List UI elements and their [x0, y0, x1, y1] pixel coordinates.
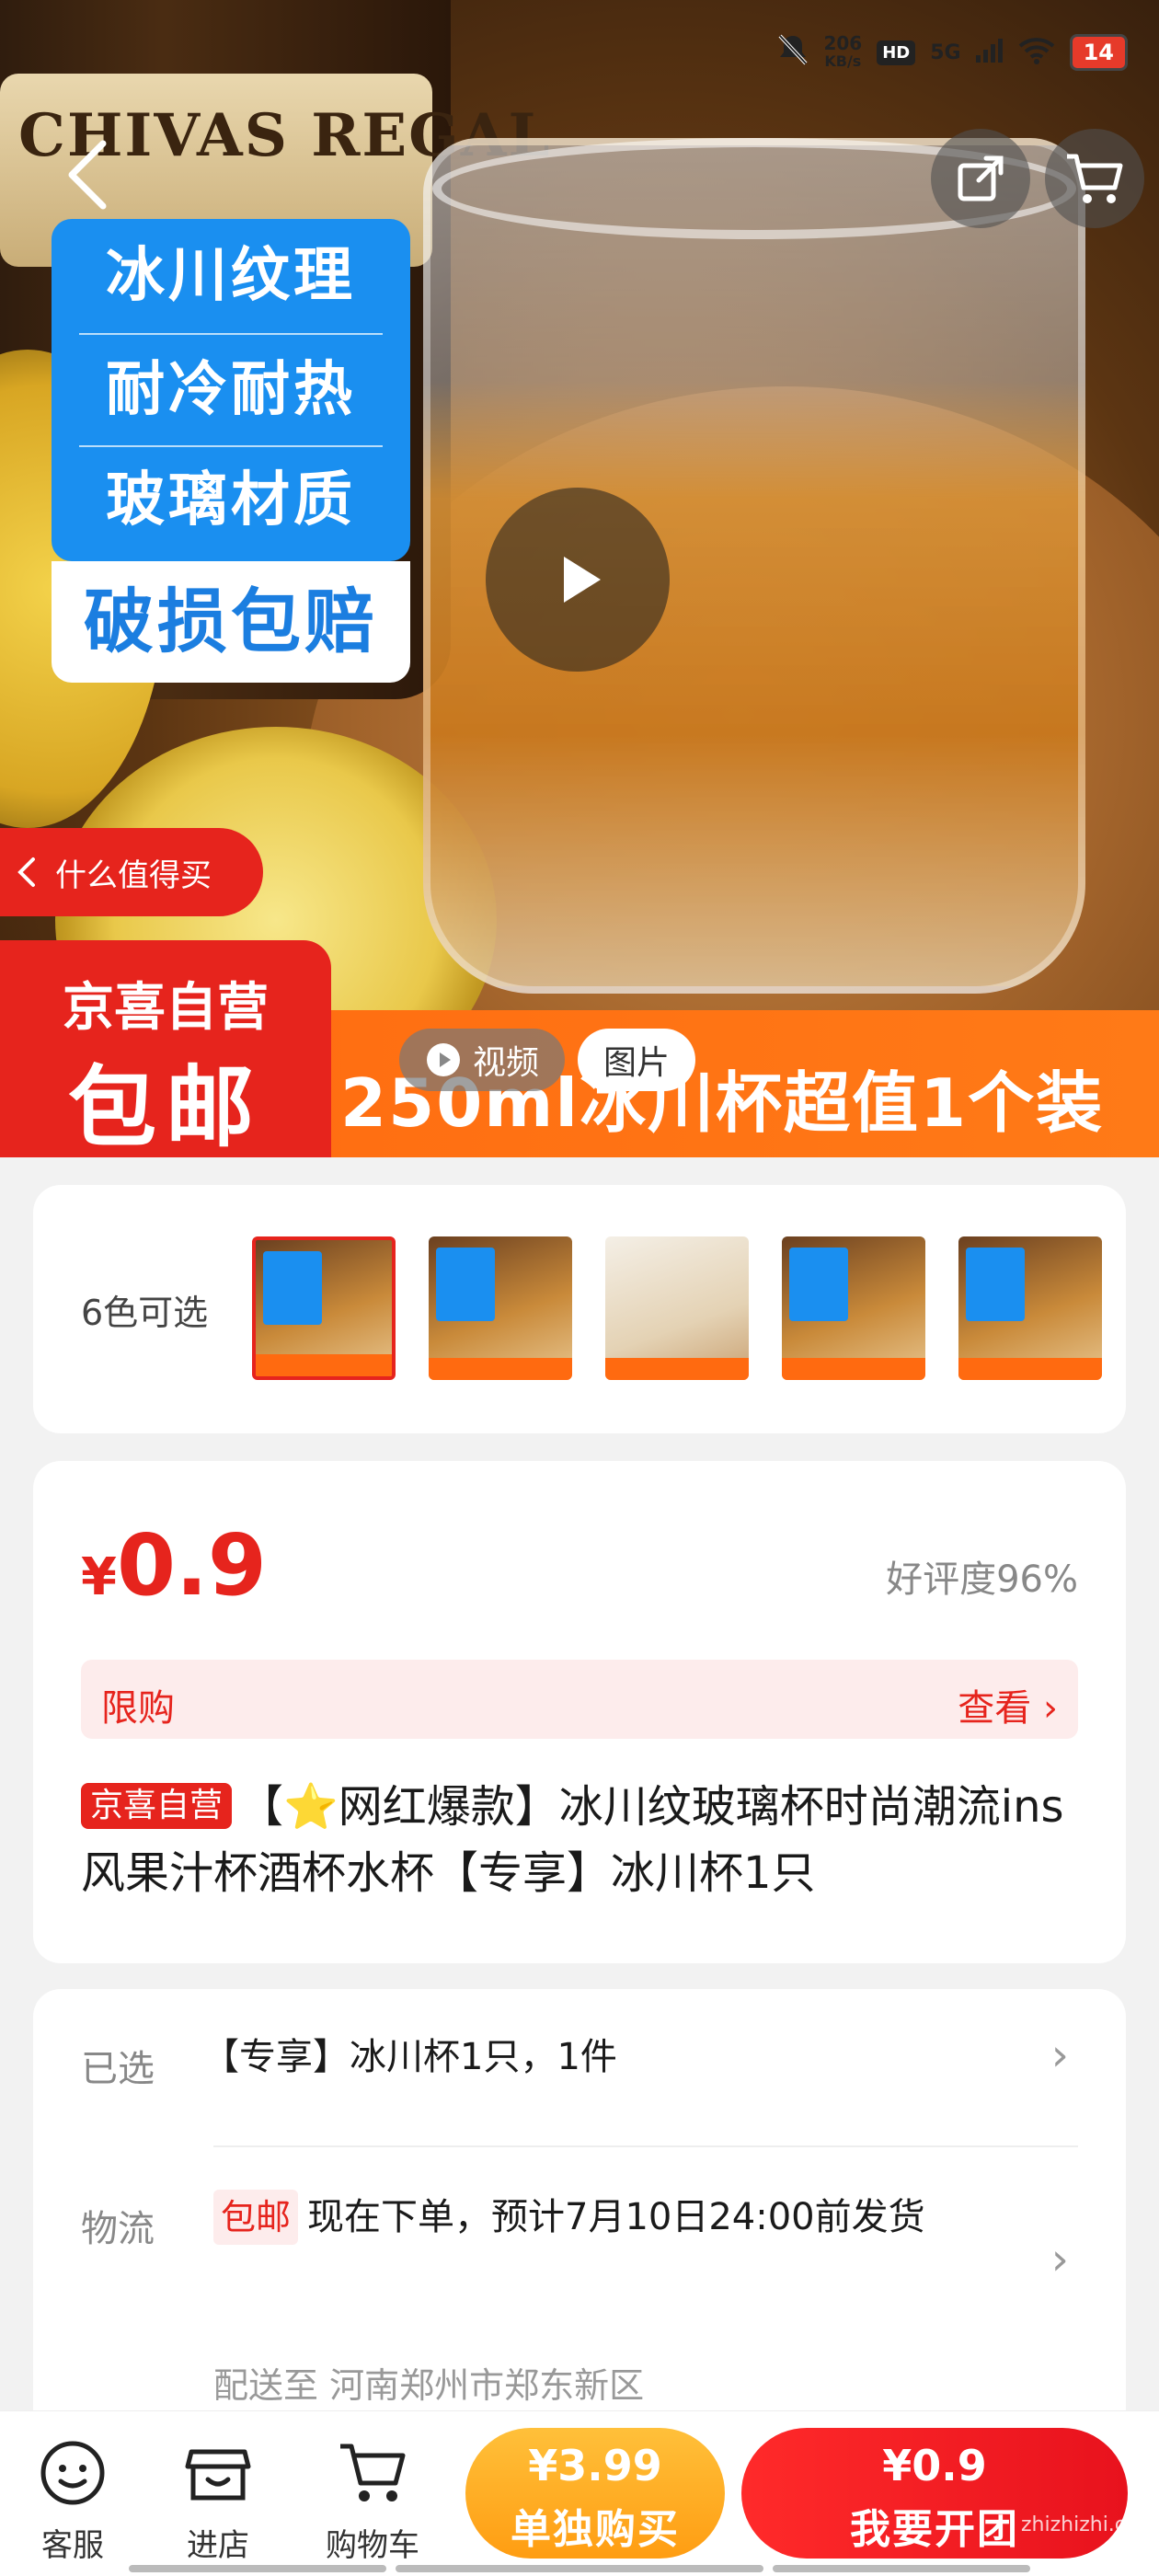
- tab-video-label: 视频: [473, 1044, 540, 1082]
- store-icon: [149, 2432, 287, 2514]
- color-thumbnails: [252, 1236, 1113, 1384]
- feature-line-3: 玻璃材质: [106, 466, 356, 535]
- tab-video[interactable]: 视频: [399, 1029, 566, 1091]
- network-type: 5G: [930, 40, 961, 64]
- cart-icon: [1067, 154, 1123, 203]
- hd-indicator: HD: [877, 40, 916, 65]
- bottom-action-bar: 客服 进店 购物车 ¥3.99 单独购买 ¥0.9 我要开团: [0, 2410, 1159, 2576]
- color-thumbnail[interactable]: [429, 1236, 572, 1380]
- promo-badge-top: 京喜自营: [63, 978, 269, 1038]
- worth-buy-label: 什么值得买: [55, 857, 212, 894]
- home-indicator: [129, 2565, 386, 2572]
- price-currency: ¥: [81, 1547, 117, 1607]
- color-thumbnail[interactable]: [252, 1236, 396, 1380]
- price: ¥0.9: [81, 1516, 267, 1615]
- media-tabs: 视频 图片: [399, 1029, 696, 1091]
- play-circle-icon: [427, 1043, 460, 1076]
- tab-picture[interactable]: 图片: [578, 1029, 696, 1091]
- home-indicator: [396, 2565, 763, 2572]
- feature-line-2: 耐冷耐热: [106, 356, 356, 424]
- limit-view-link[interactable]: 查看 ›: [958, 1678, 1058, 1731]
- thumbnail-promo-bar: [605, 1358, 749, 1380]
- solo-price: ¥3.99: [528, 2441, 662, 2490]
- limit-label: 限购: [101, 1687, 175, 1730]
- cart-label: 购物车: [326, 2527, 419, 2564]
- product-title: 京喜自营 【⭐网红爆款】冰川纹玻璃杯时尚潮流ins风果汁杯酒杯水杯【专享】冰川杯1…: [81, 1774, 1084, 1906]
- price-value: 0.9: [116, 1516, 267, 1615]
- worth-buy-tag[interactable]: 什么值得买: [0, 828, 263, 916]
- share-icon: [958, 155, 1004, 201]
- promo-badge: 京喜自营 包邮: [0, 940, 331, 1159]
- price-card: ¥0.9 好评度96% 限购 查看 › 京喜自营 【⭐网红爆款】冰川纹玻璃杯时尚潮…: [33, 1461, 1126, 1963]
- feature-banner: 冰川纹理 耐冷耐热 玻璃材质 破损包赔: [52, 219, 410, 683]
- chevron-left-icon: [17, 857, 35, 887]
- back-button[interactable]: [64, 138, 120, 212]
- self-operated-badge: 京喜自营: [81, 1783, 233, 1829]
- cart-icon: [304, 2432, 442, 2514]
- purchase-limit-bar[interactable]: 限购 查看 ›: [81, 1660, 1078, 1739]
- thumbnail-promo-bar: [782, 1358, 925, 1380]
- store-button[interactable]: 进店: [149, 2432, 287, 2565]
- customer-service-button[interactable]: 客服: [4, 2432, 142, 2565]
- cart-button[interactable]: 购物车: [304, 2432, 442, 2565]
- group-price: ¥0.9: [882, 2441, 987, 2490]
- thumbnail-feature-panel: [263, 1251, 322, 1325]
- delivery-destination: 配送至 河南郑州市郑东新区: [213, 2365, 645, 2406]
- status-bar: 206 KB/s HD 5G 14: [777, 33, 1128, 72]
- home-indicator: [773, 2565, 1030, 2572]
- logistics-text: 现在下单，预计7月10日24:00前发货: [307, 2196, 925, 2238]
- rating-text: 好评度96%: [886, 1558, 1078, 1601]
- cart-top-button[interactable]: [1045, 129, 1144, 228]
- share-button[interactable]: [931, 129, 1030, 228]
- chevron-right-icon: ›: [1050, 2234, 1069, 2285]
- net-speed: 206 KB/s: [823, 32, 863, 70]
- divider: [79, 333, 383, 335]
- color-thumbnail[interactable]: [782, 1236, 925, 1380]
- thumbnail-promo-bar: [429, 1358, 572, 1380]
- thumbnail-feature-panel: [966, 1248, 1025, 1321]
- promo-badge-bottom: 包邮: [68, 1056, 263, 1159]
- watermark: zhizhizhi.com: [1021, 2513, 1158, 2536]
- signal-icon: [975, 39, 1004, 66]
- wifi-icon: [1018, 37, 1055, 68]
- chevron-right-icon: ›: [1050, 2030, 1069, 2081]
- store-label: 进店: [187, 2527, 249, 2564]
- service-icon: [4, 2432, 142, 2514]
- thumbnail-promo-bar: [958, 1358, 1102, 1380]
- selected-label: 已选: [81, 2048, 155, 2090]
- color-count-label: 6色可选: [81, 1293, 209, 1333]
- divider: [213, 2145, 1078, 2147]
- logistics-label: 物流: [81, 2208, 155, 2250]
- guarantee-text: 破损包赔: [52, 561, 410, 683]
- mute-bell-icon: [777, 33, 809, 72]
- start-group-button[interactable]: ¥0.9 我要开团: [741, 2428, 1128, 2559]
- tab-picture-label: 图片: [603, 1044, 671, 1082]
- thumbnail-feature-panel: [436, 1248, 495, 1321]
- play-icon: [564, 557, 601, 603]
- thumbnail-feature-panel: [789, 1248, 848, 1321]
- free-shipping-badge: 包邮: [213, 2190, 299, 2245]
- color-thumbnail[interactable]: [605, 1236, 749, 1380]
- battery-indicator: 14: [1069, 34, 1128, 71]
- customer-service-label: 客服: [41, 2527, 104, 2564]
- thumbnail-promo-bar: [256, 1354, 392, 1376]
- buy-alone-button[interactable]: ¥3.99 单独购买: [465, 2428, 725, 2559]
- play-video-button[interactable]: [486, 488, 670, 672]
- logistics-value: 包邮 现在下单，预计7月10日24:00前发货: [213, 2190, 1023, 2245]
- color-options-card[interactable]: 6色可选: [33, 1185, 1126, 1433]
- selected-value: 【专享】冰川杯1只，1件: [202, 2036, 617, 2078]
- color-thumbnail[interactable]: [958, 1236, 1102, 1380]
- feature-line-1: 冰川纹理: [106, 242, 356, 310]
- solo-label: 单独购买: [511, 2506, 680, 2553]
